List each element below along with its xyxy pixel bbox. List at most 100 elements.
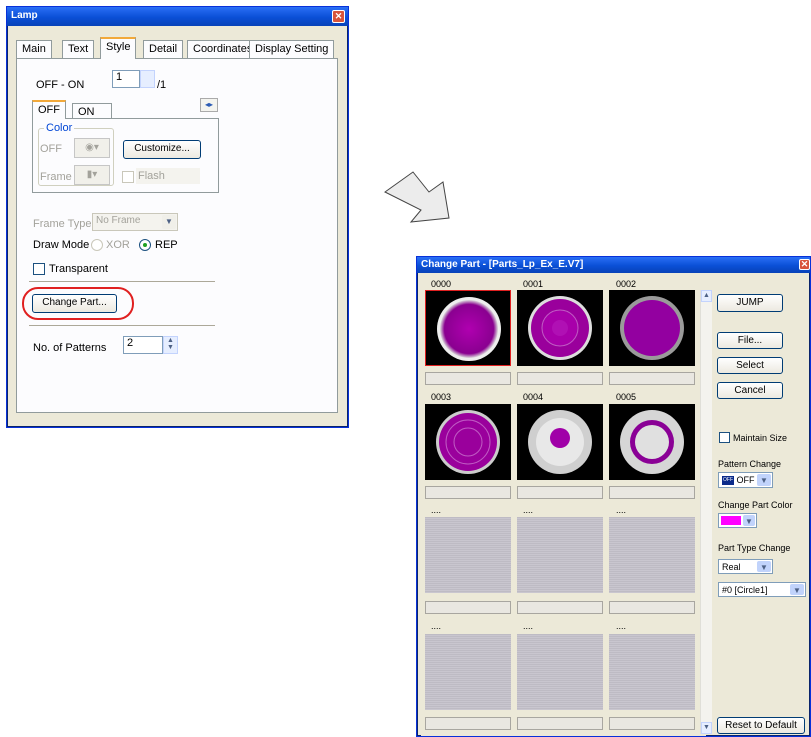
cell-header: 0000 bbox=[431, 279, 452, 289]
part-color-select[interactable]: ▼ bbox=[718, 513, 757, 528]
transparent-label: Transparent bbox=[49, 263, 108, 275]
part-type-select[interactable]: Real ▼ bbox=[718, 559, 773, 574]
offon-total: /1 bbox=[157, 79, 167, 91]
scrollbar[interactable]: ▲ ▼ bbox=[700, 290, 712, 734]
tab-style[interactable]: Style bbox=[100, 37, 137, 59]
xor-label: XOR bbox=[106, 239, 130, 251]
rep-radio[interactable] bbox=[139, 239, 151, 251]
part-name-box bbox=[425, 372, 511, 385]
part-name-box bbox=[517, 372, 603, 385]
chevron-down-icon: ▼ bbox=[757, 474, 771, 486]
empty-part-slot[interactable] bbox=[609, 634, 695, 710]
transparent-checkbox[interactable] bbox=[33, 263, 45, 275]
empty-part-slot[interactable] bbox=[517, 634, 603, 710]
xor-radio[interactable] bbox=[91, 239, 103, 251]
lamp-title: Lamp bbox=[11, 10, 38, 21]
maintain-size-checkbox[interactable] bbox=[719, 432, 730, 443]
tab-text[interactable]: Text bbox=[62, 40, 95, 58]
chevron-down-icon: ▼ bbox=[743, 515, 755, 526]
shape-select[interactable]: #0 [Circle1] ▼ bbox=[718, 582, 806, 597]
cell-header: 0004 bbox=[523, 392, 544, 402]
frame-color-picker[interactable]: ▮▾ bbox=[74, 165, 110, 185]
change-part-title: Change Part - [Parts_Lp_Ex_E.V7] bbox=[421, 259, 584, 270]
patterns-input[interactable]: 2 bbox=[123, 336, 163, 354]
empty-part-slot[interactable] bbox=[609, 517, 695, 593]
pattern-change-value: OFF bbox=[736, 475, 755, 485]
maintain-size-label: Maintain Size bbox=[733, 433, 788, 443]
tab-display-setting[interactable]: Display Setting bbox=[249, 40, 335, 58]
cell-header: 0005 bbox=[616, 392, 637, 402]
empty-part-slot[interactable] bbox=[517, 517, 603, 593]
empty-part-slot[interactable] bbox=[425, 634, 511, 710]
part-thumb[interactable] bbox=[517, 290, 603, 366]
flash-checkbox[interactable] bbox=[122, 171, 134, 183]
cell-header: 0001 bbox=[523, 279, 544, 289]
shape-value: #0 [Circle1] bbox=[722, 585, 768, 595]
pattern-change-select[interactable]: OFF OFF ▼ bbox=[718, 472, 773, 488]
cell-header: .... bbox=[431, 505, 442, 515]
change-part-button[interactable]: Change Part... bbox=[32, 294, 117, 313]
file-button[interactable]: File... bbox=[717, 332, 783, 349]
scroll-up-icon[interactable]: ▲ bbox=[701, 290, 712, 302]
jump-button[interactable]: JUMP bbox=[717, 294, 783, 312]
tab-coordinates[interactable]: Coordinates bbox=[187, 40, 259, 58]
part-thumb[interactable] bbox=[609, 404, 695, 480]
off-color-label: OFF bbox=[40, 143, 62, 155]
rep-label: REP bbox=[155, 239, 178, 251]
lamp-titlebar: Lamp ✕ bbox=[7, 7, 348, 26]
part-name-box bbox=[609, 717, 695, 730]
part-name-box bbox=[609, 372, 695, 385]
cell-header: 0003 bbox=[431, 392, 452, 402]
patterns-label: No. of Patterns bbox=[33, 342, 107, 354]
customize-button[interactable]: Customize... bbox=[123, 140, 201, 159]
color-swatch bbox=[721, 516, 741, 525]
color-group-label: Color bbox=[44, 122, 75, 134]
empty-part-slot[interactable] bbox=[425, 517, 511, 593]
frame-type-select[interactable]: No Frame ▼ bbox=[92, 213, 178, 231]
change-part-titlebar: Change Part - [Parts_Lp_Ex_E.V7] ✕ bbox=[417, 257, 810, 273]
select-button[interactable]: Select bbox=[717, 357, 783, 374]
scroll-down-icon[interactable]: ▼ bbox=[701, 722, 712, 734]
close-icon[interactable]: ✕ bbox=[799, 259, 810, 270]
part-thumb[interactable] bbox=[517, 404, 603, 480]
frame-type-label: Frame Type bbox=[33, 218, 92, 230]
reset-to-default-button[interactable]: Reset to Default bbox=[717, 717, 805, 734]
tab-main[interactable]: Main bbox=[16, 40, 52, 58]
chevron-down-icon: ▼ bbox=[162, 215, 176, 229]
close-icon[interactable]: ✕ bbox=[332, 10, 345, 23]
cell-header: 0002 bbox=[616, 279, 637, 289]
part-thumb[interactable] bbox=[425, 290, 511, 366]
part-type-change-label: Part Type Change bbox=[718, 543, 791, 553]
subtab-on[interactable]: ON bbox=[72, 103, 112, 119]
cell-header: .... bbox=[523, 621, 534, 631]
flash-label: Flash bbox=[138, 170, 165, 182]
subtab-scroll-arrows[interactable]: ◂▸ bbox=[200, 98, 218, 112]
patterns-spinner[interactable]: ▲ ▼ bbox=[163, 336, 178, 354]
separator bbox=[29, 281, 215, 282]
part-name-box bbox=[517, 601, 603, 614]
separator bbox=[29, 325, 215, 326]
part-name-box bbox=[425, 717, 511, 730]
offon-label: OFF - ON bbox=[36, 79, 85, 91]
part-name-box bbox=[609, 601, 695, 614]
off-color-picker[interactable]: ◉▾ bbox=[74, 138, 110, 158]
chevron-down-icon: ▼ bbox=[790, 584, 804, 595]
subtab-off[interactable]: OFF bbox=[32, 100, 66, 119]
frame-type-value: No Frame bbox=[96, 215, 141, 226]
part-name-box bbox=[425, 486, 511, 499]
cell-header: .... bbox=[616, 621, 627, 631]
part-name-box bbox=[517, 486, 603, 499]
cancel-button[interactable]: Cancel bbox=[717, 382, 783, 399]
part-name-box bbox=[425, 601, 511, 614]
offon-spinner[interactable] bbox=[140, 70, 155, 88]
cell-header: .... bbox=[523, 505, 534, 515]
draw-mode-label: Draw Mode bbox=[33, 239, 90, 251]
part-name-box bbox=[517, 717, 603, 730]
tab-detail[interactable]: Detail bbox=[143, 40, 184, 58]
part-thumb[interactable] bbox=[609, 290, 695, 366]
cell-header: .... bbox=[616, 505, 627, 515]
arrow-icon bbox=[384, 171, 450, 223]
part-thumb[interactable] bbox=[425, 404, 511, 480]
part-type-value: Real bbox=[722, 562, 741, 572]
offon-input[interactable]: 1 bbox=[112, 70, 140, 88]
